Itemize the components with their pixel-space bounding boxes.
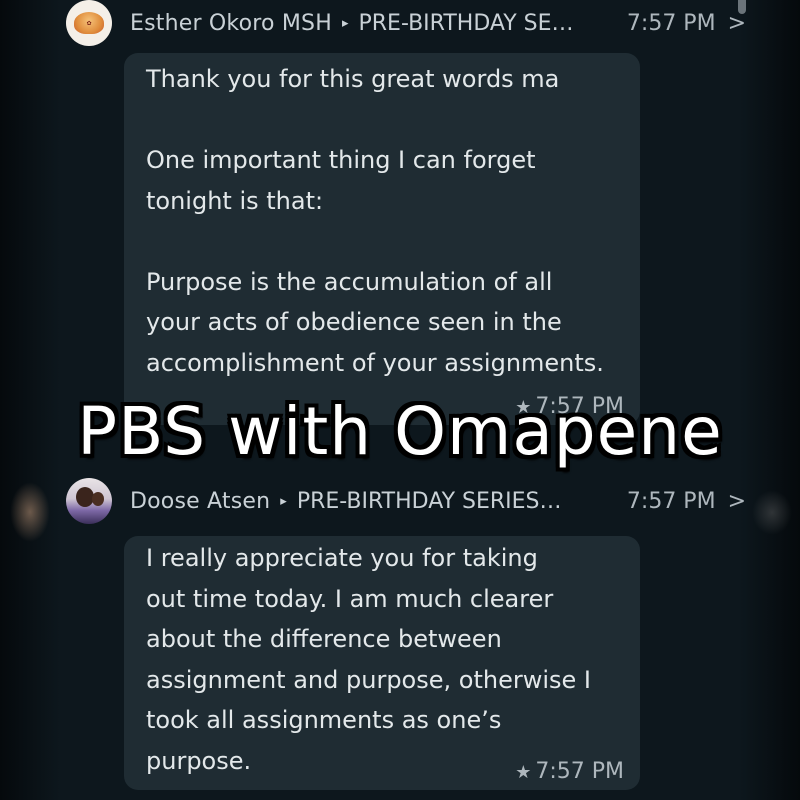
message-line: One important thing I can forget bbox=[146, 146, 536, 174]
message-line: tonight is that: bbox=[146, 186, 324, 215]
message-line: took all assignments as one’s bbox=[146, 706, 502, 734]
logo-emblem-icon: ✿ bbox=[74, 12, 104, 34]
message-line: about the difference between bbox=[146, 625, 502, 653]
message-bubble-2[interactable]: I really appreciate you for taking out t… bbox=[124, 536, 640, 790]
message-bubble-1[interactable]: Thank you for this great words ma One im… bbox=[124, 53, 640, 425]
blurred-left-object bbox=[10, 482, 50, 542]
chevron-right-icon[interactable]: > bbox=[728, 11, 746, 36]
message-header-1[interactable]: ✿ Esther Okoro MSH ▸ PRE-BIRTHDAY SE… 7:… bbox=[66, 0, 746, 46]
sender-avatar-logo-icon[interactable]: ✿ bbox=[66, 0, 112, 46]
header-time: 7:57 PM bbox=[626, 10, 716, 36]
message-line: your acts of obedience seen in the bbox=[146, 308, 562, 336]
message-footer-2: ★ 7:57 PM bbox=[515, 757, 624, 788]
sender-avatar-photo-icon[interactable] bbox=[66, 478, 112, 524]
message-line: assignment and purpose, otherwise I bbox=[146, 665, 591, 694]
overlay-caption: PBS with Omapene bbox=[77, 393, 723, 470]
triangle-right-icon: ▸ bbox=[280, 493, 287, 509]
sender-name: Esther Okoro MSH bbox=[130, 10, 332, 36]
chevron-right-icon[interactable]: > bbox=[728, 489, 746, 514]
message-line: out time today. I am much clearer bbox=[146, 584, 554, 613]
triangle-right-icon: ▸ bbox=[341, 15, 349, 31]
message-line: Purpose is the accumulation of all bbox=[146, 267, 553, 296]
message-time: 7:57 PM bbox=[535, 759, 624, 784]
chat-screen: ✿ Esther Okoro MSH ▸ PRE-BIRTHDAY SE… 7:… bbox=[0, 0, 800, 800]
message-line: I really appreciate you for taking bbox=[146, 544, 538, 572]
message-header-2[interactable]: Doose Atsen ▸ PRE-BIRTHDAY SERIES… 7:57 … bbox=[66, 478, 746, 524]
group-name: PRE-BIRTHDAY SE… bbox=[358, 10, 574, 36]
blurred-right-object bbox=[752, 490, 792, 535]
star-icon: ★ bbox=[515, 762, 532, 783]
header-time: 7:57 PM bbox=[626, 488, 716, 514]
sender-name: Doose Atsen bbox=[130, 488, 271, 514]
message-line: Thank you for this great words ma bbox=[146, 65, 560, 93]
group-name: PRE-BIRTHDAY SERIES… bbox=[296, 488, 562, 514]
message-line: accomplishment of your assignments. bbox=[146, 348, 604, 377]
avatar-face-secondary bbox=[92, 492, 104, 506]
